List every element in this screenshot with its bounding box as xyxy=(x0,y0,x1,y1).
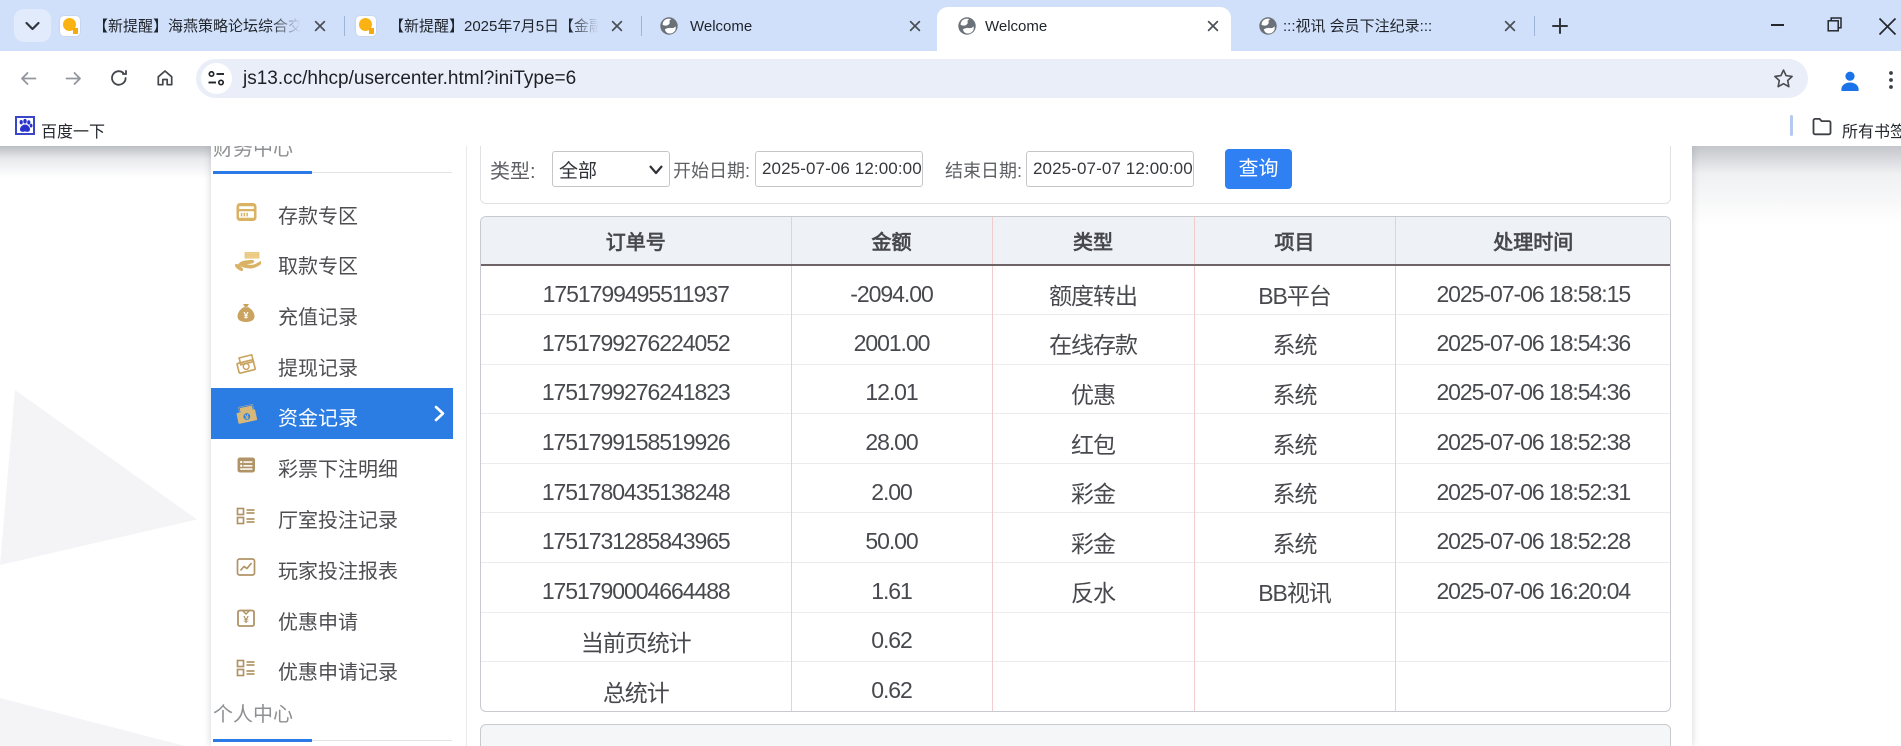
svg-text:¥: ¥ xyxy=(243,311,248,321)
svg-text:¥: ¥ xyxy=(243,615,249,626)
